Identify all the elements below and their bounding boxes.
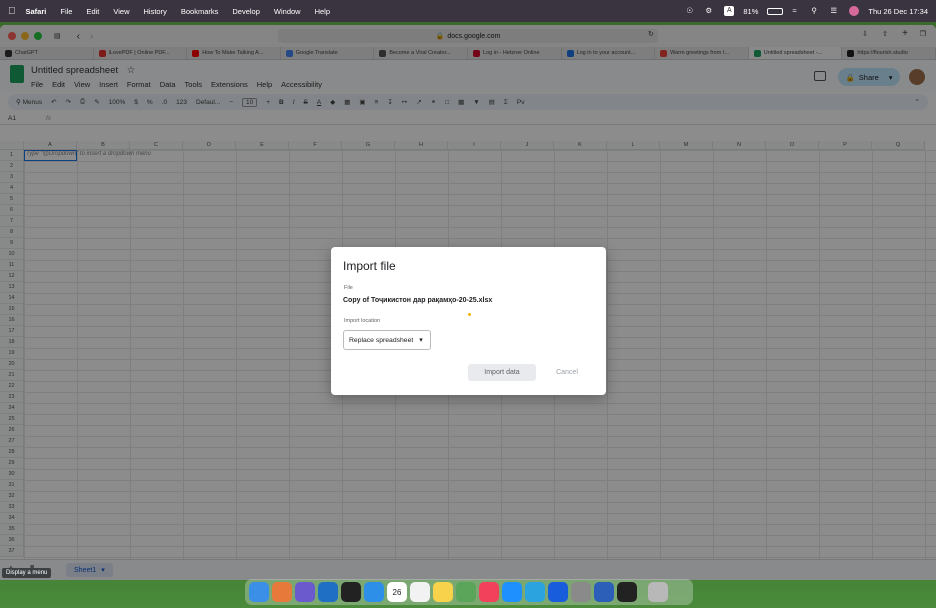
preview-icon[interactable]: [456, 582, 476, 602]
menu-view[interactable]: View: [113, 7, 129, 16]
battery-percent: 81%: [743, 6, 759, 16]
import-file-dialog: Import file File Copy of Тоҷикистон дар …: [331, 247, 606, 395]
control-icon[interactable]: ⚙: [705, 6, 715, 16]
appstore-icon[interactable]: [502, 582, 522, 602]
launchpad-icon[interactable]: [272, 582, 292, 602]
input-source-icon[interactable]: A: [724, 6, 735, 16]
file-label: File: [344, 285, 353, 291]
settings-icon[interactable]: [571, 582, 591, 602]
telegram-icon[interactable]: [525, 582, 545, 602]
file-name: Copy of Тоҷикистон дар рақамҳо-20-25.xls…: [343, 297, 493, 304]
control-center-icon[interactable]: ☰: [830, 6, 840, 16]
dock: 26: [245, 579, 693, 605]
menu-window[interactable]: Window: [274, 7, 301, 16]
dialog-title: Import file: [343, 259, 396, 273]
terminal-icon[interactable]: [617, 582, 637, 602]
mac-menu-bar:  Safari File Edit View History Bookmark…: [0, 0, 936, 22]
vscode-icon[interactable]: [318, 582, 338, 602]
menu-bookmarks[interactable]: Bookmarks: [181, 7, 219, 16]
wifi-icon[interactable]: ≈: [792, 6, 802, 16]
siri-icon[interactable]: [849, 6, 860, 16]
apple-icon[interactable]: : [8, 6, 16, 17]
cancel-button[interactable]: Cancel: [547, 364, 587, 381]
battery-icon[interactable]: [767, 7, 784, 15]
trash-icon[interactable]: [648, 582, 668, 602]
layers-icon[interactable]: [295, 582, 315, 602]
import-location-label: Import location: [344, 318, 381, 324]
bitwarden-icon[interactable]: [548, 582, 568, 602]
import-data-button[interactable]: Import data: [468, 364, 536, 381]
menu-file[interactable]: File: [60, 7, 72, 16]
menu-history[interactable]: History: [144, 7, 167, 16]
safari-icon[interactable]: [364, 582, 384, 602]
tooltip: Display a menu: [2, 568, 52, 578]
creative-cloud-icon[interactable]: ☉: [686, 6, 696, 16]
menu-edit[interactable]: Edit: [86, 7, 99, 16]
notes-icon[interactable]: [433, 582, 453, 602]
music-icon[interactable]: [479, 582, 499, 602]
chatgpt-icon[interactable]: [341, 582, 361, 602]
import-location-value: Replace spreadsheet: [349, 336, 414, 344]
reminders-icon[interactable]: [410, 582, 430, 602]
finder-icon[interactable]: [249, 582, 269, 602]
desktop:  Safari File Edit View History Bookmark…: [0, 0, 936, 608]
import-location-select[interactable]: Replace spreadsheet ▾: [343, 330, 431, 350]
status-area: ☉ ⚙ A 81% ≈ ⚲ ☰ Thu 26 Dec 17:34: [686, 6, 928, 16]
menu-develop[interactable]: Develop: [232, 7, 260, 16]
loading-indicator: [468, 313, 471, 316]
word-icon[interactable]: [594, 582, 614, 602]
search-icon[interactable]: ⚲: [811, 6, 821, 16]
clock[interactable]: Thu 26 Dec 17:34: [868, 7, 928, 16]
chevron-down-icon: ▾: [419, 337, 423, 344]
menu-help[interactable]: Help: [315, 7, 330, 16]
calendar-icon[interactable]: 26: [387, 582, 407, 602]
menu-app-name[interactable]: Safari: [26, 7, 47, 16]
